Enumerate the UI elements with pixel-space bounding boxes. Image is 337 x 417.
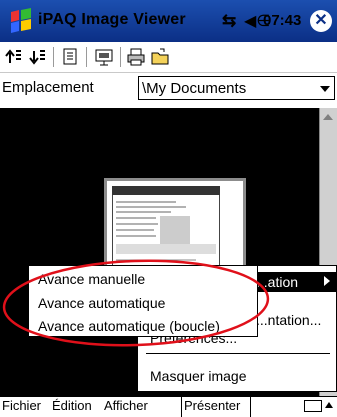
menu-edit[interactable]: Édition — [52, 398, 92, 413]
location-value[interactable]: \My Documents — [142, 80, 246, 97]
annotation-ellipse — [2, 259, 270, 347]
thumbnail-titlebar — [112, 186, 220, 195]
toolbar-separator — [53, 47, 54, 67]
chevron-down-icon[interactable] — [320, 86, 330, 92]
start-flag-icon[interactable] — [8, 8, 34, 34]
menu-present[interactable]: Présenter — [184, 398, 240, 413]
close-icon: ✕ — [314, 12, 328, 29]
submenu-arrow-icon — [324, 276, 330, 286]
menu-view[interactable]: Afficher — [104, 398, 148, 413]
close-button[interactable]: ✕ — [310, 10, 332, 32]
properties-icon[interactable] — [60, 47, 80, 67]
slideshow-icon[interactable] — [94, 47, 114, 67]
sort-descending-icon[interactable] — [28, 47, 48, 67]
scroll-up-icon[interactable] — [323, 114, 333, 120]
menu-divider — [146, 353, 330, 354]
connectivity-icon[interactable]: ⇆ — [222, 11, 236, 31]
input-panel-arrow-icon[interactable] — [325, 402, 333, 408]
toolbar-separator — [120, 47, 121, 67]
keyboard-icon[interactable] — [304, 400, 322, 412]
menu-bar — [0, 396, 337, 417]
toolbar-separator — [86, 47, 87, 67]
sort-ascending-icon[interactable] — [4, 47, 24, 67]
app-title: iPAQ Image Viewer — [38, 11, 186, 28]
present-menu-item-hide-image[interactable]: Masquer image — [150, 368, 247, 384]
clock[interactable]: 07:43 — [263, 12, 301, 29]
open-folder-icon[interactable] — [150, 47, 170, 67]
print-icon[interactable] — [126, 47, 146, 67]
location-label: Emplacement — [2, 79, 94, 96]
menu-file[interactable]: Fichier — [2, 398, 41, 413]
toolbar — [0, 42, 337, 73]
